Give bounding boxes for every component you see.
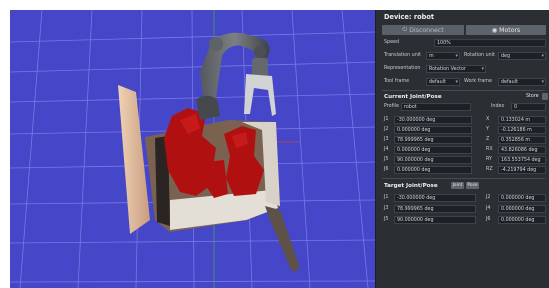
current-j5-field: 90.000000 deg [394, 156, 472, 164]
current-rx-label: RX [486, 147, 493, 152]
scene-canvas[interactable] [10, 10, 375, 288]
target-j2-field[interactable]: 0.000000 deg [498, 194, 546, 202]
robot-control-window: Device: robot ⏻ Disconnect ◉ Motors Spee… [10, 10, 549, 288]
index-field[interactable]: 0 [511, 103, 546, 111]
motors-label: Motors [499, 26, 521, 34]
rotation-unit-select[interactable]: deg [498, 52, 546, 60]
target-j5-field[interactable]: 90.000000 deg [394, 216, 476, 224]
power-icon: ⏻ [402, 26, 408, 33]
profile-field[interactable]: robot [401, 103, 471, 111]
current-j4-field: 0.000000 deg [394, 146, 472, 154]
rotation-unit-label: Rotation unit [464, 53, 495, 58]
current-rx-field: 43.826086 deg [498, 146, 546, 154]
device-panel: Device: robot ⏻ Disconnect ◉ Motors Spee… [375, 10, 549, 288]
current-j3-label: J3 [384, 137, 389, 142]
store-icon[interactable] [542, 93, 548, 100]
current-j1-field: -30.000000 deg [394, 116, 472, 124]
3d-viewport[interactable] [10, 10, 375, 288]
current-j4-label: J4 [384, 147, 389, 152]
current-ry-label: RY [486, 157, 492, 162]
tool-frame-label: Tool frame [384, 79, 410, 84]
current-y-field: -0.126186 m [498, 126, 546, 134]
target-j1-field[interactable]: -30.000000 deg [394, 194, 476, 202]
target-j5-label: J5 [384, 217, 389, 222]
current-j5-label: J5 [384, 157, 389, 162]
current-rz-field: -4.219794 deg [498, 166, 546, 174]
target-j4-field[interactable]: 0.000000 deg [498, 205, 546, 213]
current-j2-label: J2 [384, 127, 389, 132]
translation-unit-select[interactable]: m [426, 52, 460, 60]
store-button[interactable]: Store [526, 93, 539, 101]
target-j2-label: J2 [486, 195, 491, 200]
current-y-label: Y [486, 127, 489, 132]
motor-icon: ◉ [491, 26, 498, 34]
current-ry-field: 163.553754 deg [498, 156, 546, 164]
target-section-title: Target Joint/Pose [384, 182, 438, 189]
target-j6-label: J6 [486, 217, 491, 222]
profile-label: Profile [384, 104, 399, 109]
representation-label: Representation [384, 66, 421, 71]
speed-field[interactable]: 100% [434, 39, 546, 47]
joint-mode-button[interactable]: Joint [451, 182, 464, 189]
target-j3-label: J3 [384, 206, 389, 211]
current-j6-field: 0.000000 deg [394, 166, 472, 174]
current-rz-label: RZ [486, 167, 493, 172]
divider [382, 178, 545, 179]
translation-unit-label: Translation unit [384, 53, 421, 58]
index-label: Index [491, 104, 505, 109]
divider [382, 90, 545, 91]
current-z-label: Z [486, 137, 490, 142]
current-x-label: X [486, 117, 490, 122]
current-j6-label: J6 [384, 167, 389, 172]
disconnect-label: Disconnect [409, 26, 444, 34]
current-section-title: Current Joint/Pose [384, 93, 442, 100]
current-x-field: 0.133024 m [498, 116, 546, 124]
target-j1-label: J1 [384, 195, 389, 200]
current-j1-label: J1 [384, 117, 389, 122]
target-j3-field[interactable]: 78.999965 deg [394, 205, 476, 213]
current-z-field: 0.352856 m [498, 136, 546, 144]
pose-mode-button[interactable]: Pose [466, 182, 479, 189]
device-title: Device: robot [384, 12, 435, 21]
representation-select[interactable]: Rotation Vector [426, 65, 486, 73]
motors-button[interactable]: ◉ Motors [466, 25, 546, 35]
current-j3-field: 78.999965 deg [394, 136, 472, 144]
current-j2-field: 0.000000 deg [394, 126, 472, 134]
target-j6-field[interactable]: 0.000000 deg [498, 216, 546, 224]
work-frame-select[interactable]: default [498, 78, 546, 86]
tool-frame-select[interactable]: default [426, 78, 460, 86]
target-j4-label: J4 [486, 206, 491, 211]
disconnect-button[interactable]: ⏻ Disconnect [382, 25, 464, 35]
work-frame-label: Work frame [464, 79, 492, 84]
speed-label: Speed [384, 40, 400, 45]
